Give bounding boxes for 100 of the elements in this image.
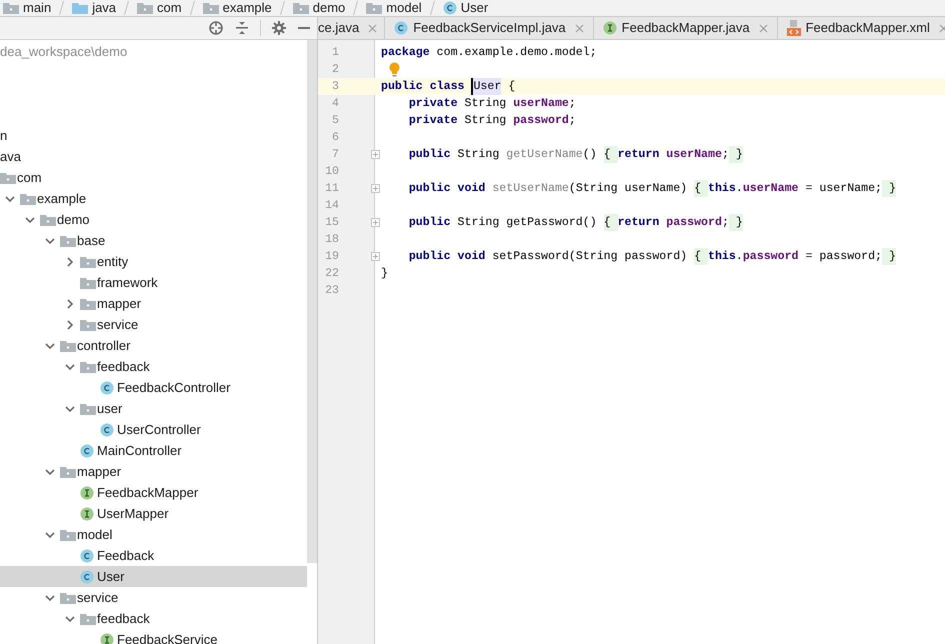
folder-icon [60, 528, 76, 540]
line-number: 1 [331, 44, 339, 61]
fold-marker-icon[interactable] [371, 150, 380, 159]
chevron-down-icon[interactable] [25, 214, 35, 224]
interface-icon [80, 506, 94, 520]
line-number: 15 [324, 214, 339, 231]
tree-item[interactable]: service [0, 314, 307, 335]
tree-item[interactable]: feedback [0, 356, 307, 377]
code-text: } [380, 266, 388, 282]
tree-item[interactable]: ava [0, 146, 307, 167]
line-number: 5 [331, 112, 339, 129]
tree-item[interactable]: framework [0, 272, 307, 293]
tree-item[interactable]: UserController [0, 419, 307, 440]
folder-icon [366, 2, 382, 14]
editor-tab[interactable]: ce.java [318, 17, 386, 39]
collapse-all-icon[interactable] [235, 20, 249, 36]
chevron-right-icon[interactable] [65, 256, 75, 266]
lightbulb-icon[interactable] [389, 62, 400, 77]
code-text: private String password; [408, 112, 576, 129]
tree-item[interactable]: n [0, 125, 307, 146]
class-icon [442, 1, 457, 15]
tree-item[interactable]: model [0, 524, 307, 545]
fold-marker-icon[interactable] [371, 218, 380, 227]
breadcrumb-item[interactable]: example [222, 0, 272, 16]
code-text: private String userName; [408, 96, 576, 112]
tree-item[interactable]: demo [0, 209, 307, 230]
interface-icon [602, 21, 617, 35]
editor-tab[interactable]: FeedbackServiceImpl.java [385, 17, 594, 39]
code-text: package com.example.demo.model; [380, 44, 597, 61]
folder-icon [72, 2, 88, 14]
tree-item[interactable]: mapper [0, 293, 307, 314]
breadcrumb-item[interactable]: User [460, 0, 488, 16]
folder-icon [137, 2, 154, 14]
chevron-down-icon[interactable] [45, 340, 55, 350]
interface-icon [100, 632, 114, 644]
settings-icon[interactable] [272, 21, 286, 35]
folder-icon [40, 214, 56, 226]
chevron-down-icon[interactable] [65, 614, 75, 624]
breadcrumb-item[interactable]: model [386, 0, 422, 16]
line-number: 18 [324, 232, 339, 248]
editor-tab[interactable]: FeedbackMapper.java [594, 17, 778, 39]
tree-item[interactable]: service [0, 587, 307, 608]
chevron-right-icon[interactable] [65, 298, 75, 308]
class-icon [394, 21, 408, 35]
tree-item[interactable]: mapper [0, 461, 307, 482]
chevron-down-icon[interactable] [65, 404, 75, 414]
tree-item[interactable]: user [0, 398, 307, 419]
tree-item[interactable]: MainController [0, 440, 307, 461]
line-number: 11 [324, 180, 339, 197]
class-icon [100, 380, 114, 394]
chevron-down-icon[interactable] [45, 592, 55, 602]
line-number: 2 [331, 62, 339, 78]
folder-icon [80, 402, 96, 414]
tree-item[interactable]: example [0, 188, 307, 209]
folder-icon [80, 360, 96, 372]
folder-icon [80, 318, 96, 330]
tree-item[interactable]: UserMapper [0, 503, 307, 524]
breadcrumb-item[interactable]: com [157, 0, 182, 16]
folder-icon [80, 256, 96, 268]
tree-item[interactable]: User [0, 566, 307, 587]
folder-icon [60, 466, 76, 478]
chevron-right-icon[interactable] [65, 320, 75, 330]
tree-item[interactable]: feedback [0, 608, 307, 629]
folder-icon [202, 2, 219, 14]
class-icon [100, 422, 114, 436]
folder-icon [80, 612, 96, 624]
line-number: 23 [324, 282, 339, 299]
chevron-down-icon[interactable] [65, 362, 75, 372]
locate-icon[interactable] [208, 20, 224, 36]
tree-item[interactable]: base [0, 230, 307, 251]
tree-item[interactable]: Feedback [0, 545, 307, 566]
tree-item[interactable]: FeedbackController [0, 377, 307, 398]
line-number: 14 [324, 198, 339, 214]
breadcrumb-item[interactable]: demo [312, 0, 346, 16]
tree-item[interactable]: controller [0, 335, 307, 356]
interface-icon [80, 486, 94, 500]
chevron-down-icon[interactable] [45, 236, 55, 246]
tree-item[interactable]: FeedbackMapper [0, 482, 307, 503]
folder-icon [292, 2, 309, 14]
chevron-down-icon[interactable] [45, 466, 55, 476]
class-icon [80, 444, 94, 458]
tree-item[interactable]: com [0, 167, 307, 188]
chevron-down-icon[interactable] [45, 530, 55, 540]
line-number: 6 [331, 130, 339, 146]
chevron-down-icon[interactable] [5, 194, 15, 204]
scrollbar-thumb[interactable] [307, 40, 317, 563]
code-text: public class User { [375, 78, 516, 96]
folder-icon [60, 340, 76, 352]
breadcrumb-item[interactable]: main [23, 0, 52, 16]
fold-marker-icon[interactable] [371, 184, 380, 193]
breadcrumb-item[interactable]: java [92, 0, 116, 16]
tree-item[interactable]: entity [0, 251, 307, 272]
code-text: public String getUserName() { return userName; } [375, 146, 743, 164]
fold-marker-icon[interactable] [371, 252, 380, 261]
code-text: public void setUserName(String userName) { this.userName = userName; } [375, 180, 896, 198]
line-number: 10 [324, 164, 339, 180]
tree-item[interactable]: FeedbackService [0, 629, 307, 644]
xml-file-icon [786, 20, 801, 36]
line-number: 4 [331, 96, 339, 112]
editor-tab[interactable]: FeedbackMapper.xml [778, 17, 945, 39]
